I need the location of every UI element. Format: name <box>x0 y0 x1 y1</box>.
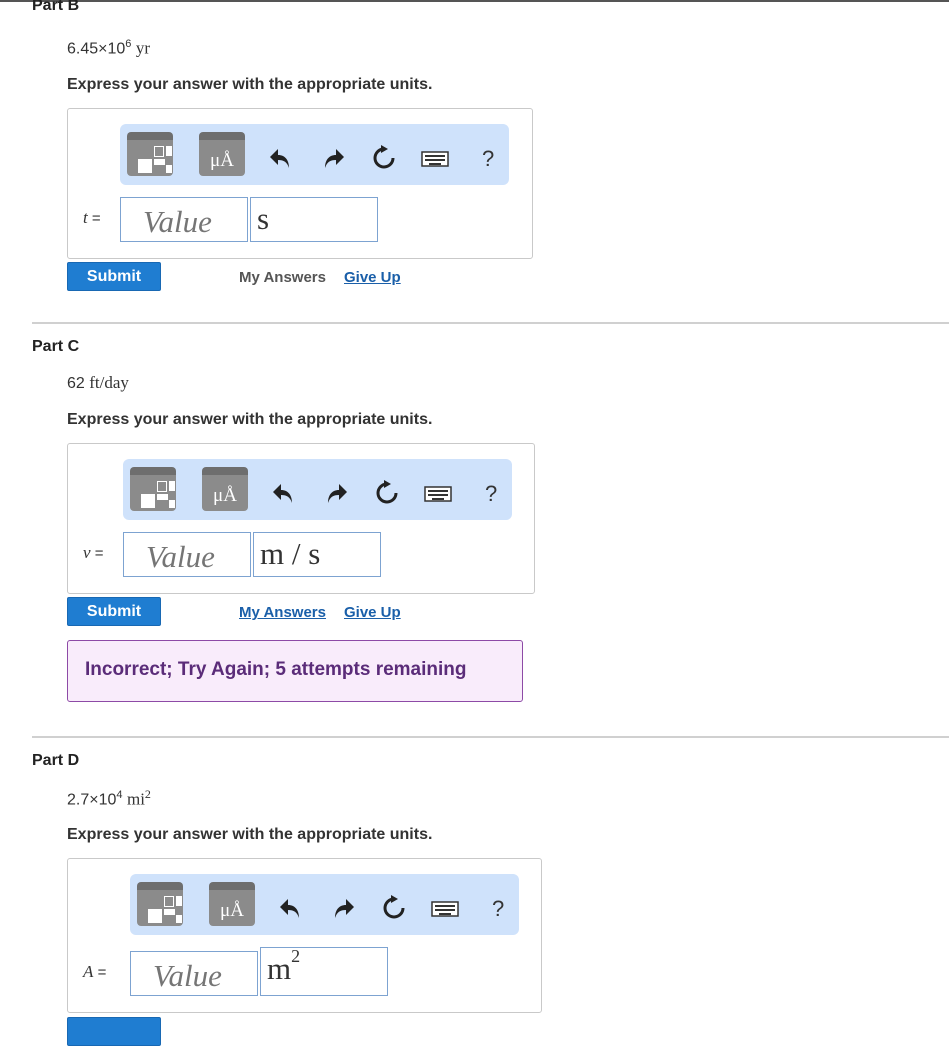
my-answers-link[interactable]: My Answers <box>239 604 326 621</box>
submit-button[interactable] <box>67 1017 161 1046</box>
units-icon[interactable]: μÅ <box>209 882 255 926</box>
given-unit: mi <box>126 789 145 809</box>
unit-exponent: 2 <box>291 945 301 966</box>
part-d-instruction: Express your answer with the appropriate… <box>67 826 433 843</box>
variable-symbol: v <box>83 543 91 562</box>
units-icon[interactable]: μÅ <box>202 467 248 511</box>
redo-icon[interactable] <box>328 894 358 924</box>
units-symbol: μÅ <box>220 900 244 921</box>
submit-button[interactable]: Submit <box>67 262 161 291</box>
section-divider <box>32 322 949 324</box>
give-up-link[interactable]: Give Up <box>344 604 401 621</box>
unit-text: m <box>267 951 292 986</box>
reset-icon[interactable] <box>372 478 402 508</box>
unit-input[interactable]: s <box>250 197 378 242</box>
units-symbol: μÅ <box>213 485 237 506</box>
part-c-instruction: Express your answer with the appropriate… <box>67 411 433 428</box>
math-toolbar: μÅ ? <box>130 874 519 935</box>
given-unit-exponent: 2 <box>144 787 151 801</box>
give-up-link[interactable]: Give Up <box>344 269 401 286</box>
undo-icon[interactable] <box>269 479 299 509</box>
templates-icon[interactable] <box>137 882 183 926</box>
part-b-given: 6.45×106 yr <box>67 38 150 58</box>
redo-icon[interactable] <box>321 479 351 509</box>
equals-sign: = <box>97 964 107 981</box>
keyboard-icon[interactable] <box>431 894 459 924</box>
variable-symbol: A <box>83 962 94 981</box>
section-divider <box>32 736 949 738</box>
variable-label: v = <box>83 543 103 563</box>
reset-icon[interactable] <box>369 143 399 173</box>
unit-input[interactable]: m2 <box>260 945 388 996</box>
part-c-answer-box: μÅ ? v = m / s <box>67 443 535 594</box>
help-icon[interactable]: ? <box>482 146 494 172</box>
equals-sign: = <box>94 545 104 562</box>
undo-icon[interactable] <box>276 894 306 924</box>
given-unit: yr <box>135 38 151 58</box>
help-icon[interactable]: ? <box>492 896 504 922</box>
part-b-instruction: Express your answer with the appropriate… <box>67 76 433 93</box>
given-mantissa: 6.45×10 <box>67 40 126 58</box>
math-toolbar: μÅ ? <box>123 459 512 520</box>
redo-icon[interactable] <box>318 144 348 174</box>
units-icon[interactable]: μÅ <box>199 132 245 176</box>
part-d-title: Part D <box>32 752 80 769</box>
variable-label: A = <box>83 962 106 982</box>
templates-icon[interactable] <box>130 467 176 511</box>
keyboard-icon[interactable] <box>424 479 452 509</box>
submit-button[interactable]: Submit <box>67 597 161 626</box>
help-icon[interactable]: ? <box>485 481 497 507</box>
variable-label: t = <box>83 208 101 228</box>
part-c-title: Part C <box>32 338 80 355</box>
given-exponent: 4 <box>116 789 123 801</box>
value-input[interactable] <box>123 532 251 577</box>
templates-icon[interactable] <box>127 132 173 176</box>
given-mantissa: 2.7×10 <box>67 791 117 809</box>
value-input[interactable] <box>130 951 258 996</box>
part-c-given: 62 ft/day <box>67 373 129 393</box>
my-answers-link: My Answers <box>239 269 326 286</box>
given-unit: ft/day <box>89 373 129 392</box>
feedback-message: Incorrect; Try Again; 5 attempts remaini… <box>67 640 523 702</box>
units-symbol: μÅ <box>210 150 234 171</box>
part-b-answer-box: μÅ ? t = s <box>67 108 533 259</box>
unit-text: m / s <box>260 536 321 571</box>
unit-input[interactable]: m / s <box>253 532 381 577</box>
part-b-title: Part B <box>32 0 80 14</box>
top-rule <box>0 0 949 2</box>
part-d-answer-box: μÅ ? A = m2 <box>67 858 542 1013</box>
undo-icon[interactable] <box>266 144 296 174</box>
equals-sign: = <box>91 210 101 227</box>
reset-icon[interactable] <box>379 893 409 923</box>
value-input[interactable] <box>120 197 248 242</box>
variable-symbol: t <box>83 208 88 227</box>
given-exponent: 6 <box>125 38 132 50</box>
keyboard-icon[interactable] <box>421 144 449 174</box>
unit-text: s <box>257 201 270 236</box>
part-d-given: 2.7×104 mi2 <box>67 787 151 809</box>
math-toolbar: μÅ ? <box>120 124 509 185</box>
given-value: 62 <box>67 375 85 392</box>
